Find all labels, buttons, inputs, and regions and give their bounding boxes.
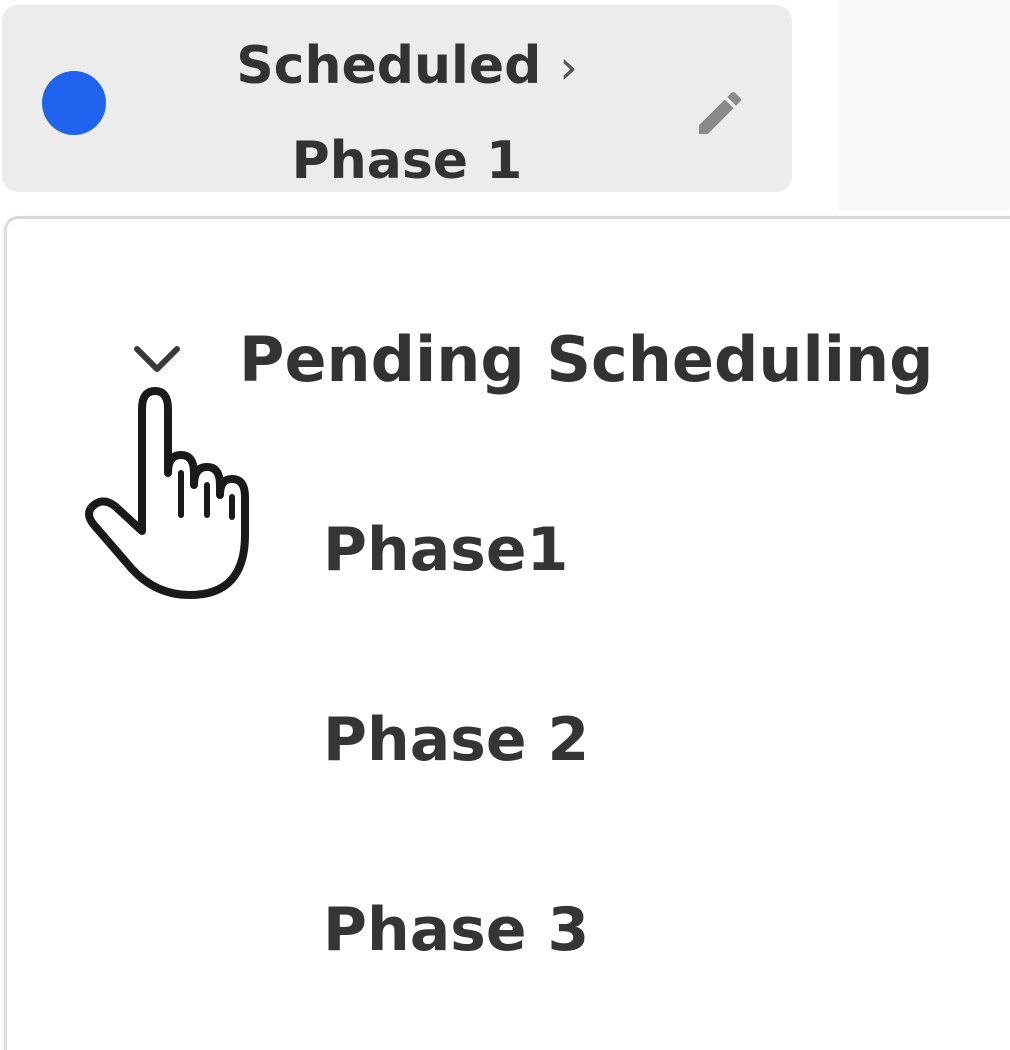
status-text: Scheduled › Phase 1: [152, 19, 662, 208]
group-label: Pending Scheduling: [239, 322, 934, 396]
option-phase-2[interactable]: Phase 2: [323, 705, 589, 775]
status-phase: Phase 1: [291, 131, 523, 191]
status-chip[interactable]: Scheduled › Phase 1: [2, 5, 792, 192]
option-phase-3[interactable]: Phase 3: [323, 895, 589, 965]
status-name: Scheduled: [236, 36, 542, 96]
status-line-1: Scheduled ›: [152, 19, 662, 114]
page: Scheduled › Phase 1 Pending Scheduling Ph…: [0, 0, 1010, 1050]
option-phase1[interactable]: Phase1: [323, 515, 568, 585]
phase-dropdown-menu: Pending Scheduling Phase1 Phase 2 Phase …: [4, 216, 1010, 1050]
pencil-icon[interactable]: [692, 85, 748, 141]
status-dot: [42, 71, 106, 135]
background-panel: [838, 0, 1010, 210]
chevron-down-icon[interactable]: [127, 339, 187, 379]
group-header-pending-scheduling[interactable]: Pending Scheduling: [127, 319, 934, 399]
chevron-right-icon: ›: [559, 40, 578, 94]
